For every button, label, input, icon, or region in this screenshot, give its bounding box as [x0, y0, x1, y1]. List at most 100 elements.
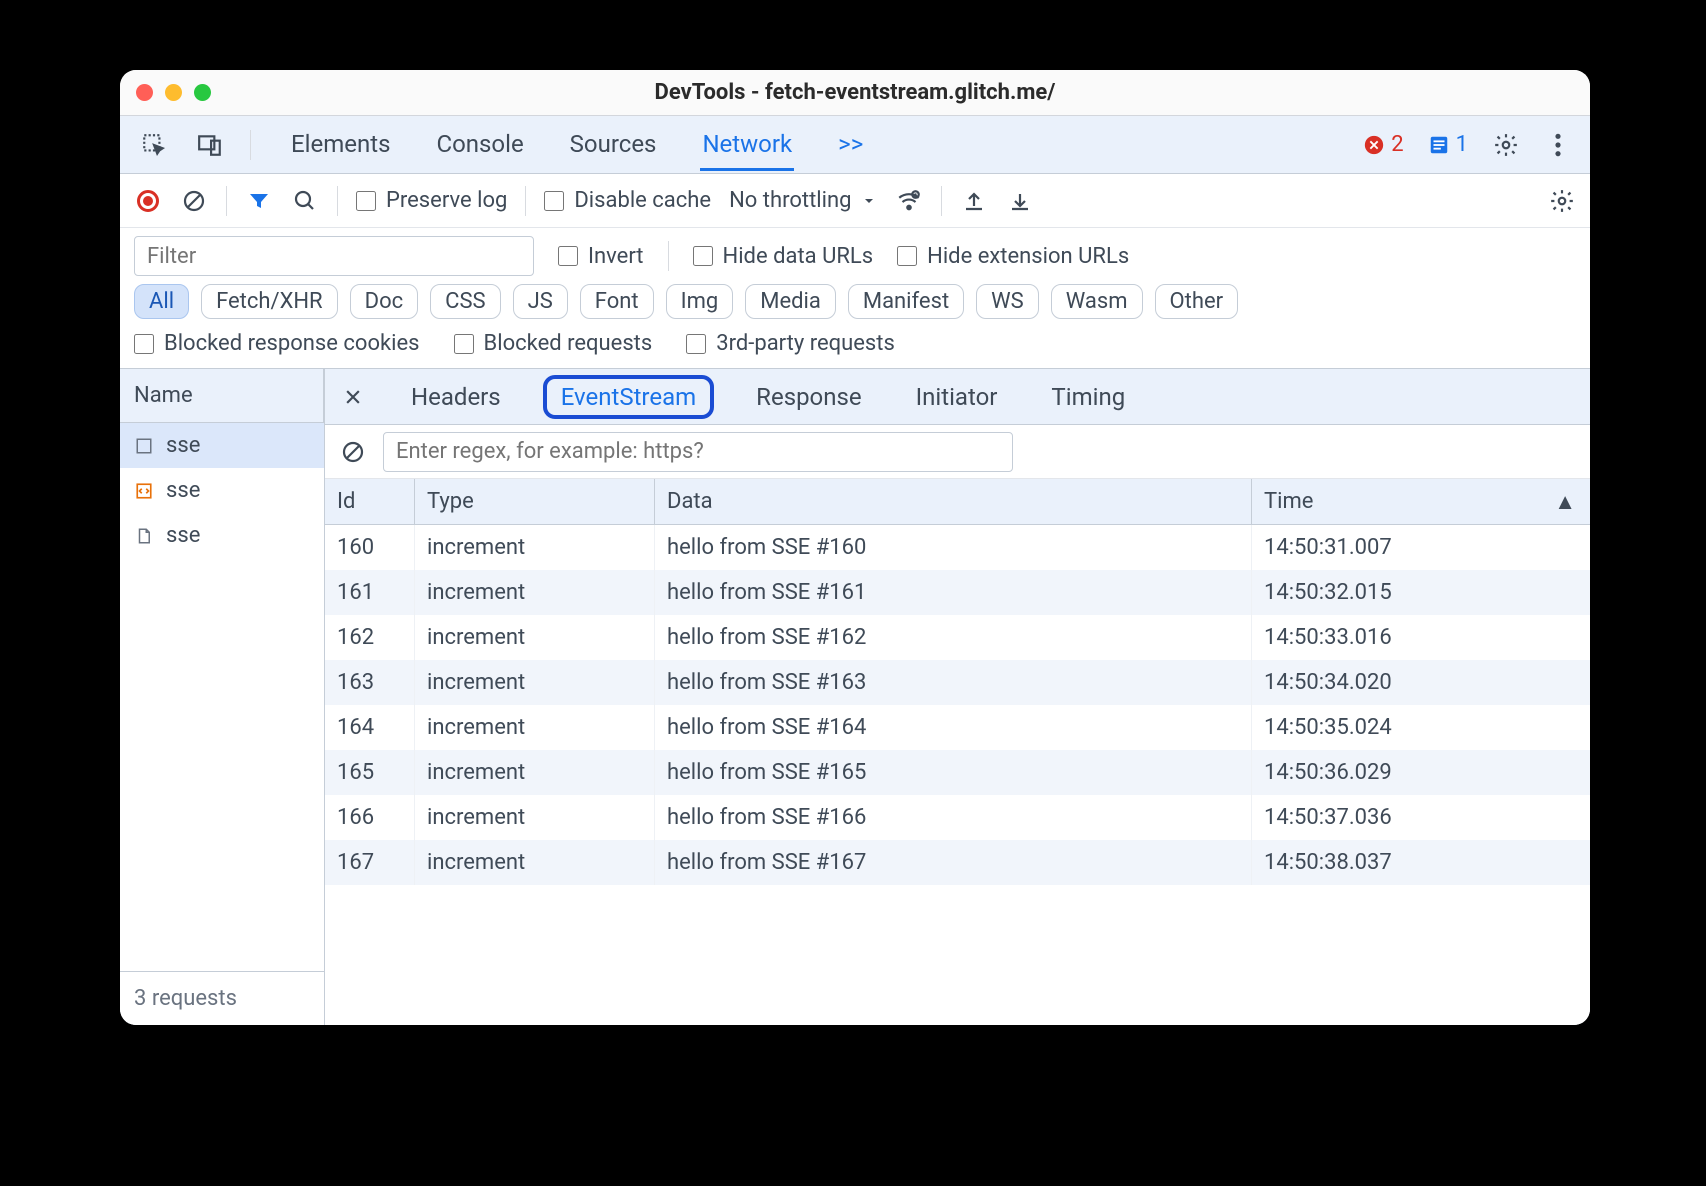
tab-overflow[interactable]: >> [836, 118, 865, 171]
tab-console[interactable]: Console [434, 118, 525, 171]
tab-elements[interactable]: Elements [289, 118, 392, 171]
event-type: increment [415, 705, 655, 750]
event-time: 14:50:37.036 [1252, 795, 1590, 840]
chip-doc[interactable]: Doc [350, 284, 419, 319]
clear-events-icon[interactable] [339, 438, 367, 466]
event-data: hello from SSE #167 [655, 840, 1252, 885]
sort-asc-icon: ▲ [1554, 489, 1576, 515]
upload-har-icon[interactable] [960, 187, 988, 215]
blocked-requests-checkbox[interactable]: Blocked requests [454, 331, 653, 356]
search-icon[interactable] [291, 187, 319, 215]
event-data: hello from SSE #164 [655, 705, 1252, 750]
window-title: DevTools - fetch-eventstream.glitch.me/ [120, 80, 1590, 105]
request-name: sse [166, 523, 200, 548]
chip-manifest[interactable]: Manifest [848, 284, 964, 319]
issues-count[interactable]: 1 [1428, 132, 1468, 157]
event-type: increment [415, 660, 655, 705]
close-detail-icon[interactable] [337, 387, 369, 407]
event-row[interactable]: 161incrementhello from SSE #16114:50:32.… [325, 570, 1590, 615]
chip-wasm[interactable]: Wasm [1051, 284, 1143, 319]
tab-headers[interactable]: Headers [399, 375, 513, 419]
event-time: 14:50:38.037 [1252, 840, 1590, 885]
hide-extension-urls-checkbox[interactable]: Hide extension URLs [897, 244, 1129, 269]
invert-checkbox[interactable]: Invert [558, 244, 644, 269]
preserve-log-checkbox[interactable]: Preserve log [356, 188, 507, 213]
error-count[interactable]: 2 [1363, 132, 1403, 157]
column-time[interactable]: Time ▲ [1252, 479, 1590, 524]
settings-icon[interactable] [1492, 131, 1520, 159]
event-type: increment [415, 525, 655, 570]
devtools-window: DevTools - fetch-eventstream.glitch.me/ … [120, 70, 1590, 1025]
tab-response[interactable]: Response [744, 375, 873, 419]
event-type: increment [415, 750, 655, 795]
chip-js[interactable]: JS [513, 284, 568, 319]
request-row[interactable]: sse [120, 468, 324, 513]
request-list-header: Name [120, 369, 324, 423]
request-name: sse [166, 433, 200, 458]
filter-input[interactable] [134, 236, 534, 276]
eventstream-filter-input[interactable] [383, 432, 1013, 472]
event-id: 160 [325, 525, 415, 570]
request-count: 3 requests [120, 971, 324, 1025]
event-id: 165 [325, 750, 415, 795]
network-conditions-icon[interactable] [895, 187, 923, 215]
device-toolbar-icon[interactable] [194, 129, 226, 161]
more-icon[interactable] [1544, 131, 1572, 159]
tab-timing[interactable]: Timing [1039, 375, 1137, 419]
eventstream-grid-body: 160incrementhello from SSE #16014:50:31.… [325, 525, 1590, 885]
hide-data-urls-checkbox[interactable]: Hide data URLs [693, 244, 874, 269]
column-type[interactable]: Type [415, 479, 655, 524]
event-row[interactable]: 163incrementhello from SSE #16314:50:34.… [325, 660, 1590, 705]
filter-icon[interactable] [245, 187, 273, 215]
tab-sources[interactable]: Sources [568, 118, 659, 171]
tab-network[interactable]: Network [700, 118, 794, 171]
disable-cache-checkbox[interactable]: Disable cache [544, 188, 711, 213]
panel-tabs: Elements Console Sources Network >> [289, 118, 865, 171]
chip-font[interactable]: Font [580, 284, 654, 319]
column-data[interactable]: Data [655, 479, 1252, 524]
event-time: 14:50:33.016 [1252, 615, 1590, 660]
chip-all[interactable]: All [134, 284, 189, 319]
column-id[interactable]: Id [325, 479, 415, 524]
resource-type-chips: All Fetch/XHR Doc CSS JS Font Img Media Manifest… [120, 278, 1590, 325]
request-type-icon [134, 526, 154, 546]
event-data: hello from SSE #166 [655, 795, 1252, 840]
event-row[interactable]: 166incrementhello from SSE #16614:50:37.… [325, 795, 1590, 840]
record-button[interactable] [134, 187, 162, 215]
chip-css[interactable]: CSS [430, 284, 500, 319]
tab-initiator[interactable]: Initiator [904, 375, 1010, 419]
request-name: sse [166, 478, 200, 503]
request-row[interactable]: sse [120, 513, 324, 558]
eventstream-toolbar [325, 425, 1590, 479]
event-row[interactable]: 160incrementhello from SSE #16014:50:31.… [325, 525, 1590, 570]
inspect-element-icon[interactable] [138, 129, 170, 161]
network-settings-icon[interactable] [1548, 187, 1576, 215]
chip-ws[interactable]: WS [976, 284, 1039, 319]
third-party-checkbox[interactable]: 3rd-party requests [686, 331, 895, 356]
chip-other[interactable]: Other [1155, 284, 1239, 319]
event-type: increment [415, 840, 655, 885]
clear-icon[interactable] [180, 187, 208, 215]
request-list-pane: Name sse sse sse 3 requests [120, 369, 325, 1025]
event-time: 14:50:32.015 [1252, 570, 1590, 615]
network-toolbar: Preserve log Disable cache No throttling [120, 174, 1590, 228]
event-row[interactable]: 164incrementhello from SSE #16414:50:35.… [325, 705, 1590, 750]
chip-fetch-xhr[interactable]: Fetch/XHR [201, 284, 338, 319]
event-row[interactable]: 167incrementhello from SSE #16714:50:38.… [325, 840, 1590, 885]
chip-media[interactable]: Media [745, 284, 836, 319]
window-titlebar: DevTools - fetch-eventstream.glitch.me/ [120, 70, 1590, 116]
chip-img[interactable]: Img [666, 284, 734, 319]
tab-eventstream[interactable]: EventStream [543, 375, 714, 419]
event-row[interactable]: 162incrementhello from SSE #16214:50:33.… [325, 615, 1590, 660]
event-row[interactable]: 165incrementhello from SSE #16514:50:36.… [325, 750, 1590, 795]
throttling-select[interactable]: No throttling [729, 188, 877, 213]
download-har-icon[interactable] [1006, 187, 1034, 215]
eventstream-grid-header: Id Type Data Time ▲ [325, 479, 1590, 525]
event-id: 166 [325, 795, 415, 840]
event-type: increment [415, 795, 655, 840]
request-row[interactable]: sse [120, 423, 324, 468]
event-data: hello from SSE #165 [655, 750, 1252, 795]
blocked-cookies-checkbox[interactable]: Blocked response cookies [134, 331, 420, 356]
event-time: 14:50:31.007 [1252, 525, 1590, 570]
event-data: hello from SSE #163 [655, 660, 1252, 705]
